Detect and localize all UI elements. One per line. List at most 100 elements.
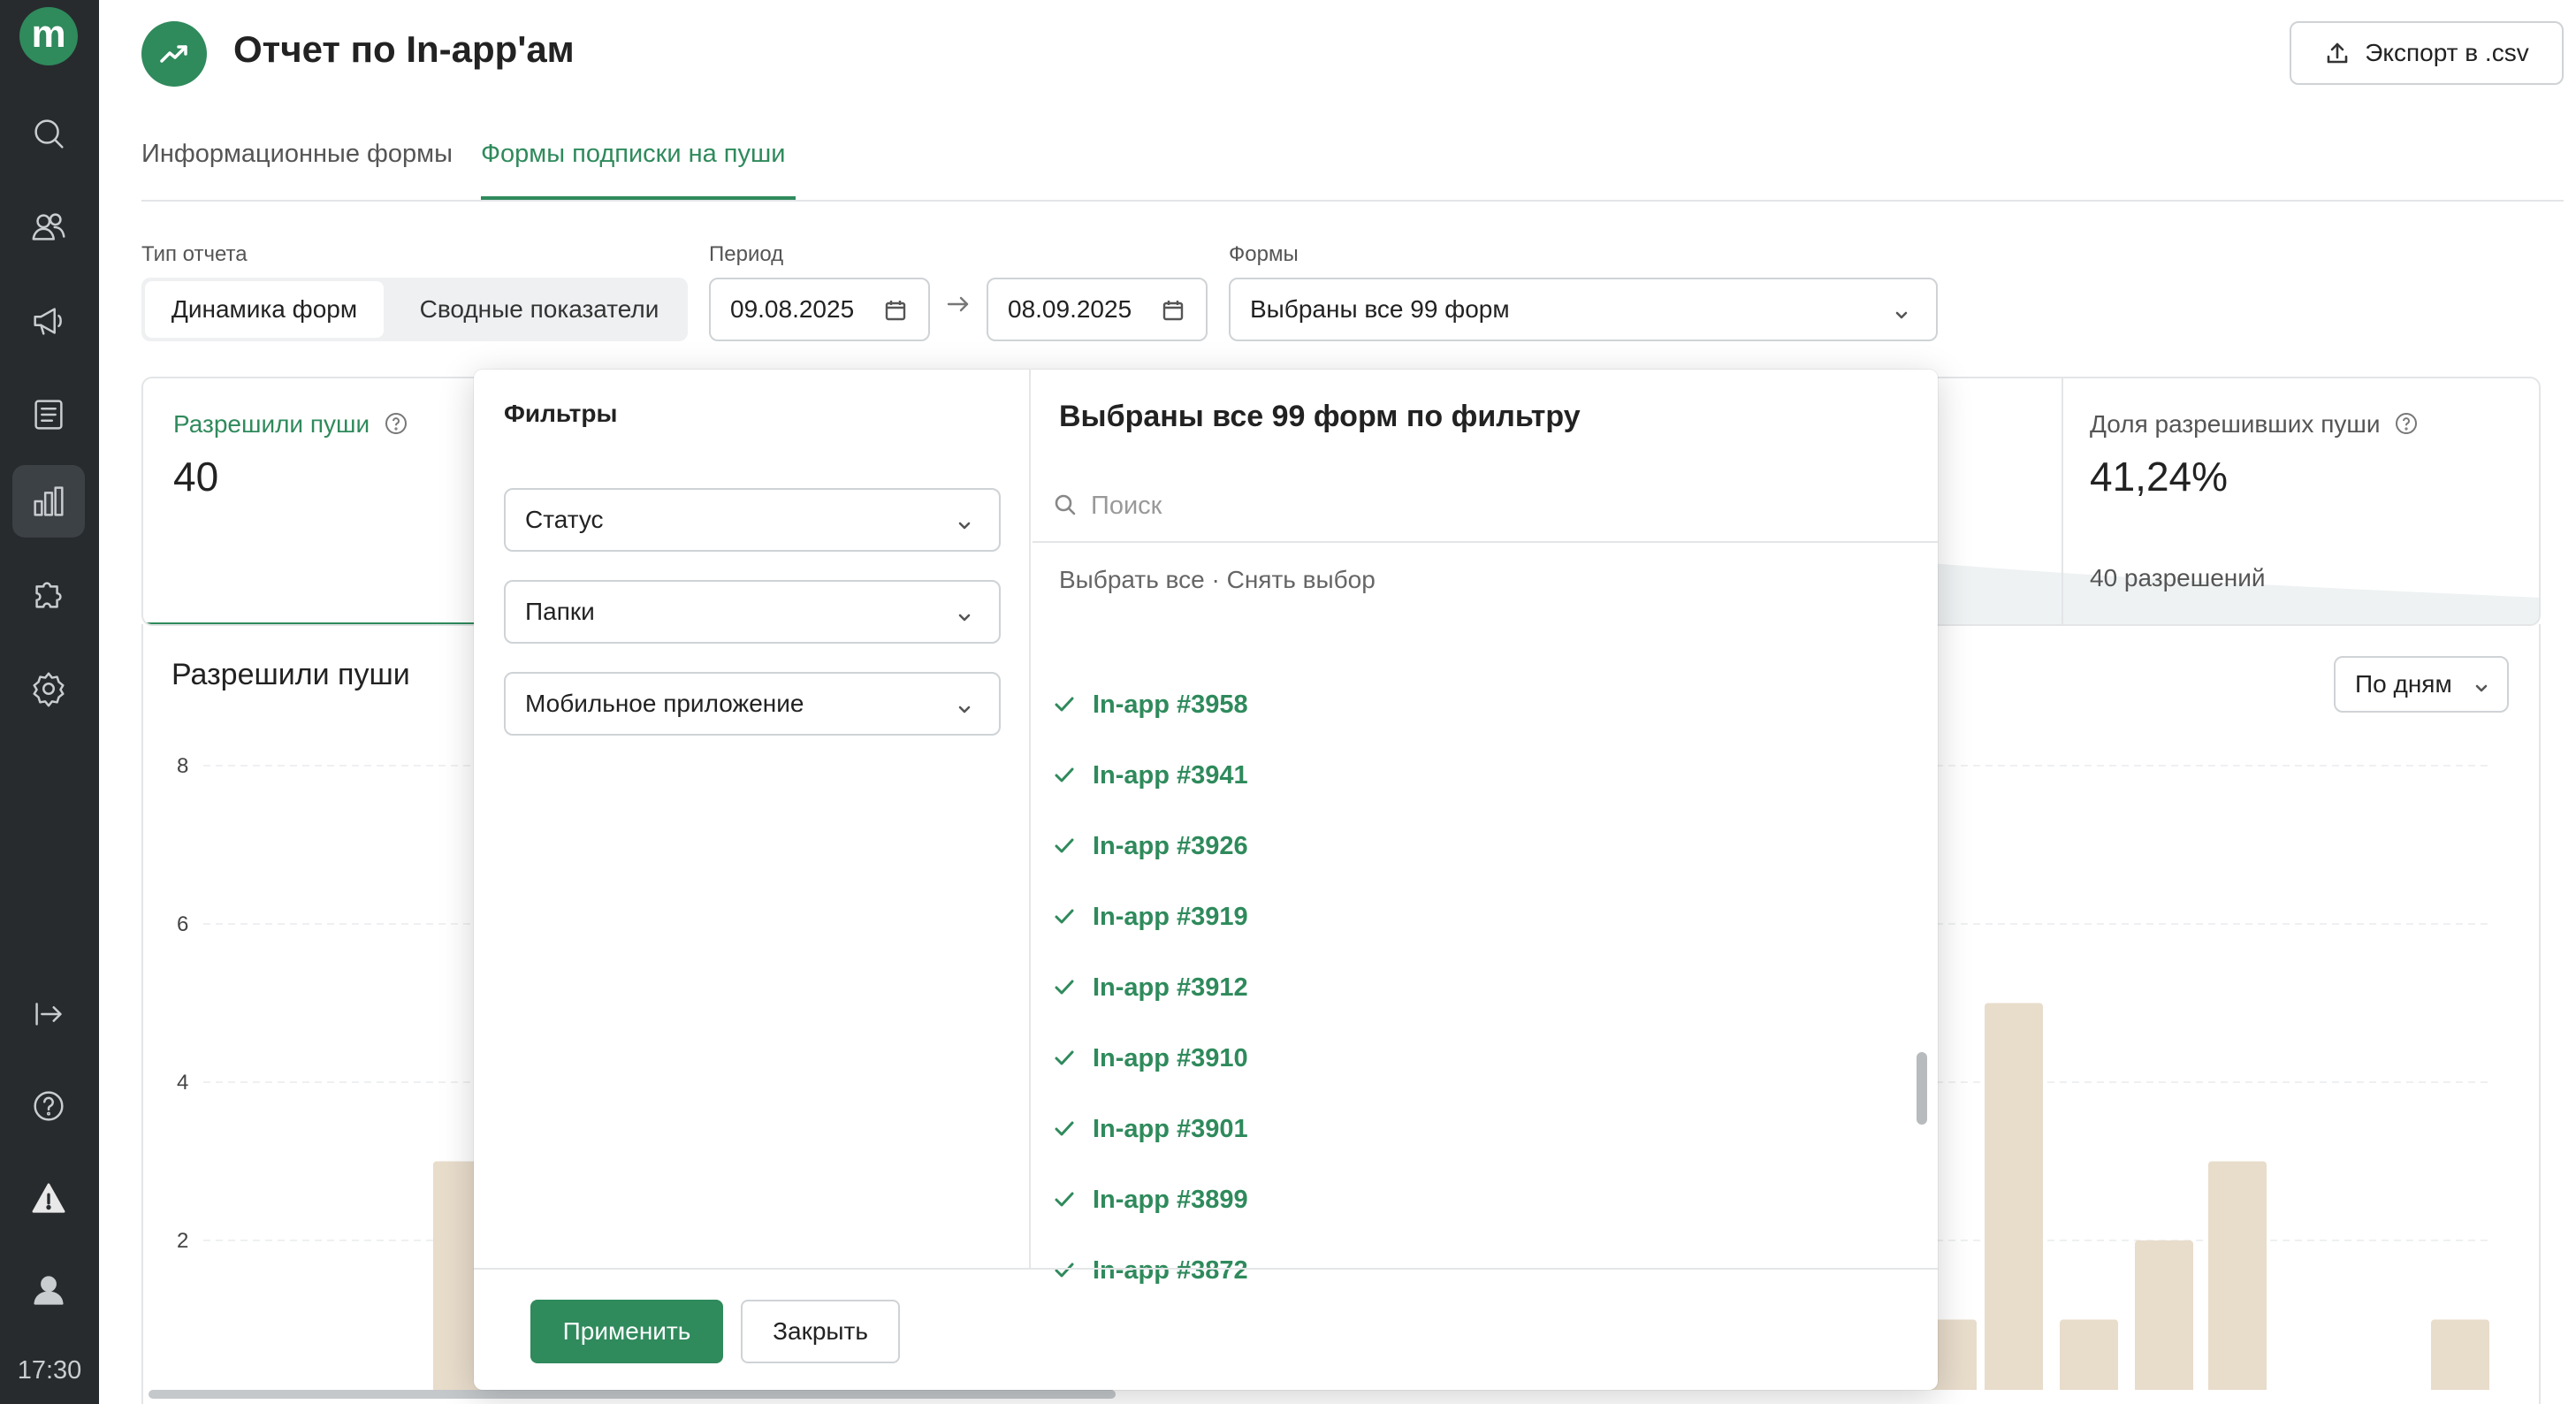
export-csv-button[interactable]: Экспорт в .csv [2290, 21, 2564, 85]
help-icon[interactable] [12, 1070, 85, 1142]
tabs-divider [141, 200, 2564, 202]
check-icon [1055, 909, 1074, 924]
stat-share-label: Доля разрешивших пуши [2090, 410, 2381, 438]
chevron-down-icon [955, 697, 974, 716]
forms-search [1033, 470, 1938, 543]
user-icon[interactable] [12, 1254, 85, 1326]
list-item-label: In-app #3901 [1093, 1114, 1248, 1143]
report-trend-icon [141, 21, 207, 87]
folders-filter-label: Папки [525, 598, 595, 625]
tab-push-subscription-forms[interactable]: Формы подписки на пуши [481, 140, 785, 169]
status-filter-label: Статус [525, 506, 604, 533]
settings-icon[interactable] [12, 652, 85, 725]
megaphone-icon[interactable] [12, 285, 85, 357]
puzzle-icon[interactable] [12, 559, 85, 631]
filters-title: Фильтры [504, 400, 618, 427]
chart-bar[interactable] [2208, 1161, 2267, 1391]
chart-bar[interactable] [1985, 1003, 2043, 1391]
list-item-label: In-app #3899 [1093, 1185, 1248, 1214]
calendar-icon [885, 301, 906, 321]
forms-dropdown-popup: Фильтры Статус Папки Мобильное приложени… [474, 370, 1938, 1390]
deselect-all-link[interactable]: Снять выбор [1227, 566, 1376, 593]
forms-search-input[interactable] [1091, 481, 1886, 530]
list-item[interactable]: In-app #3926 [1052, 824, 1248, 868]
stat-allowed-value: 40 [173, 454, 219, 500]
chart-icon[interactable] [12, 465, 85, 538]
check-icon [1055, 838, 1074, 853]
close-button[interactable]: Закрыть [741, 1300, 900, 1363]
report-type-label: Тип отчета [141, 242, 248, 266]
period-label: Период [709, 242, 784, 266]
list-item-label: In-app #3941 [1093, 760, 1248, 790]
stat-share-sub: 40 разрешений [2090, 564, 2266, 591]
upload-icon [2327, 42, 2348, 64]
tab-info-forms[interactable]: Информационные формы [141, 140, 453, 169]
arrow-right-icon [944, 290, 972, 325]
date-from-field[interactable]: 09.08.2025 [709, 278, 930, 341]
check-icon [1055, 697, 1074, 712]
question-circle-icon[interactable] [384, 411, 408, 436]
list-item[interactable]: In-app #3919 [1052, 895, 1248, 939]
list-item-label: In-app #3958 [1093, 690, 1248, 719]
date-from-value: 09.08.2025 [730, 295, 855, 323]
search-icon[interactable] [12, 97, 85, 170]
mobile-app-filter-select[interactable]: Мобильное приложение [504, 672, 1001, 736]
chart-bar[interactable] [2431, 1319, 2489, 1391]
forms-list-scrollbar[interactable] [1917, 1052, 1927, 1125]
list-item[interactable]: In-app #3899 [1052, 1178, 1248, 1222]
warning-icon[interactable] [12, 1162, 85, 1234]
list-item[interactable]: In-app #3901 [1052, 1107, 1248, 1151]
stat-divider [2062, 378, 2063, 624]
y-tick-label: 4 [177, 1071, 188, 1095]
select-all-link[interactable]: Выбрать все [1059, 566, 1205, 593]
forms-select[interactable]: Выбраны все 99 форм [1229, 278, 1938, 341]
period-granularity-value: По дням [2355, 670, 2452, 698]
list-item[interactable]: In-app #3941 [1052, 753, 1248, 797]
clock-time: 17:30 [17, 1356, 82, 1385]
report-type-summary[interactable]: Сводные показатели [398, 281, 681, 338]
logo[interactable]: m [19, 7, 78, 65]
list-item-label: In-app #3912 [1093, 973, 1248, 1002]
chevron-down-icon [2472, 675, 2491, 695]
popup-footer: Применить Закрыть [474, 1268, 1938, 1390]
stat-allowed-label: Разрешили пуши [173, 410, 370, 438]
period-granularity-select[interactable]: По дням [2334, 656, 2509, 713]
forms-list-title: Выбраны все 99 форм по фильтру [1059, 400, 1581, 433]
stat-share[interactable]: Доля разрешивших пуши [2090, 410, 2419, 439]
chart-bar[interactable] [2135, 1240, 2193, 1390]
folders-filter-select[interactable]: Папки [504, 580, 1001, 644]
check-icon [1055, 1050, 1074, 1065]
list-item[interactable]: In-app #3910 [1052, 1036, 1248, 1080]
report-type-dynamics[interactable]: Динамика форм [145, 281, 384, 338]
check-icon [1055, 1192, 1074, 1207]
y-tick-label: 8 [177, 754, 188, 778]
search-icon [1055, 494, 1076, 515]
forms-label: Формы [1229, 242, 1299, 266]
chevron-down-icon [955, 513, 974, 532]
chart-title: Разрешили пуши [171, 658, 410, 691]
logout-icon[interactable] [12, 978, 85, 1050]
users-icon[interactable] [12, 191, 85, 263]
y-tick-label: 6 [177, 912, 188, 936]
links-separator: · [1204, 566, 1227, 593]
check-icon [1055, 1121, 1074, 1136]
date-to-field[interactable]: 08.09.2025 [987, 278, 1208, 341]
stat-share-value: 41,24% [2090, 454, 2229, 500]
apply-button[interactable]: Применить [530, 1300, 723, 1363]
chart-bar[interactable] [2060, 1319, 2118, 1391]
chevron-down-icon [955, 605, 974, 624]
export-csv-label: Экспорт в .csv [2365, 39, 2529, 66]
list-item[interactable]: In-app #3958 [1052, 683, 1248, 727]
document-icon[interactable] [12, 378, 85, 451]
question-circle-icon[interactable] [2394, 411, 2419, 436]
mobile-app-filter-label: Мобильное приложение [525, 690, 804, 717]
list-item-label: In-app #3910 [1093, 1043, 1248, 1072]
stat-allowed[interactable]: Разрешили пуши [173, 410, 408, 439]
sidebar: m 17:30 [0, 0, 99, 1404]
chevron-down-icon [1892, 302, 1911, 322]
calendar-icon [1162, 301, 1184, 321]
status-filter-select[interactable]: Статус [504, 488, 1001, 552]
list-item[interactable]: In-app #3912 [1052, 965, 1248, 1010]
page-title: Отчет по In-app'ам [233, 28, 575, 70]
horizontal-scrollbar[interactable] [149, 1390, 1116, 1399]
